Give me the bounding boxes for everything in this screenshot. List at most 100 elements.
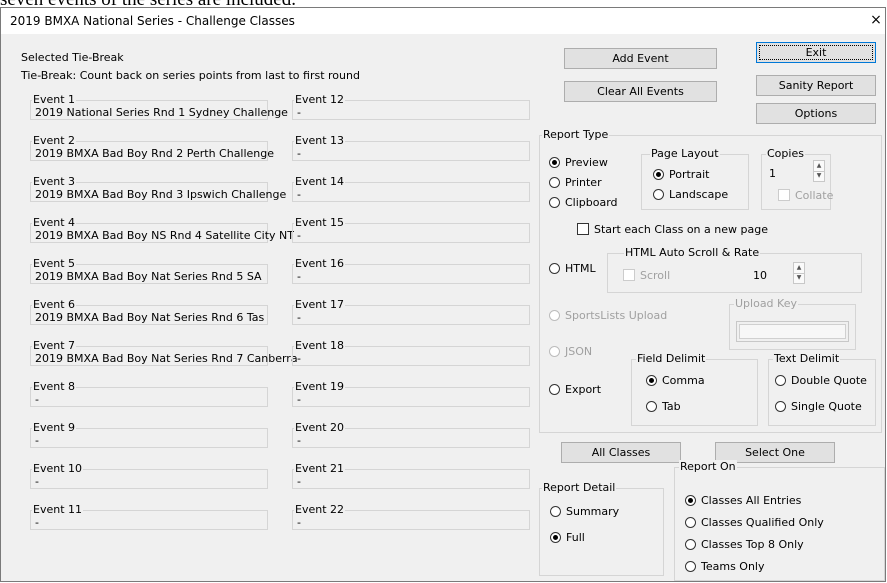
radio-single-quote-label: Single Quote	[791, 400, 862, 413]
sanity-report-button[interactable]: Sanity Report	[756, 75, 876, 96]
event-field[interactable]: Event 6 2019 BMXA Bad Boy Nat Series Rnd …	[30, 298, 268, 325]
copies-stepper[interactable]: ▲ ▼	[813, 160, 825, 182]
event-label: Event 16	[294, 257, 346, 270]
collate-label: Collate	[795, 189, 834, 202]
radio-circle	[685, 517, 696, 528]
event-value: -	[35, 434, 39, 447]
close-icon[interactable]: ×	[869, 11, 883, 29]
event-value: -	[297, 393, 301, 406]
event-label: Event 19	[294, 380, 346, 393]
scroll-rate-value[interactable]: 10	[753, 269, 767, 282]
event-field[interactable]: Event 12-	[292, 93, 530, 120]
event-label: Event 18	[294, 339, 346, 352]
event-value: -	[297, 270, 301, 283]
event-field[interactable]: Event 14-	[292, 175, 530, 202]
page-layout-caption: Page Layout	[650, 147, 720, 160]
event-field[interactable]: Event 4 2019 BMXA Bad Boy NS Rnd 4 Satell…	[30, 216, 294, 243]
event-value: -	[35, 475, 39, 488]
radio-comma-label: Comma	[662, 374, 705, 387]
event-field[interactable]: Event 10-	[30, 462, 268, 489]
event-value: 2019 BMXA Bad Boy Nat Series Rnd 5 SA	[35, 270, 262, 283]
radio-circle	[549, 263, 560, 274]
event-field[interactable]: Event 1 2019 National Series Rnd 1 Sydney…	[30, 93, 288, 120]
event-field[interactable]: Event 5 2019 BMXA Bad Boy Nat Series Rnd …	[30, 257, 268, 284]
scroll-label: Scroll	[640, 269, 671, 282]
exit-button[interactable]: Exit	[756, 42, 876, 63]
down-arrow-icon[interactable]: ▼	[814, 171, 824, 181]
radio-html-label: HTML	[565, 262, 596, 275]
report-type-caption: Report Type	[542, 128, 610, 141]
radio-clipboard-label: Clipboard	[565, 196, 618, 209]
event-field[interactable]: Event 2 2019 BMXA Bad Boy Rnd 2 Perth Cha…	[30, 134, 274, 161]
event-field[interactable]: Event 3 2019 BMXA Bad Boy Rnd 3 Ipswich C…	[30, 175, 286, 202]
field-delimit-group: Field Delimit	[631, 352, 758, 426]
radio-json-label: JSON	[565, 345, 593, 358]
field-delimit-caption: Field Delimit	[636, 352, 707, 365]
event-field[interactable]: Event 8-	[30, 380, 268, 407]
field-inner	[739, 324, 846, 339]
event-label: Event 15	[294, 216, 346, 229]
event-field[interactable]: Event 22-	[292, 503, 530, 530]
copies-value[interactable]: 1	[769, 167, 776, 180]
radio-circle	[549, 346, 560, 357]
event-field[interactable]: Event 20-	[292, 421, 530, 448]
clear-all-events-button[interactable]: Clear All Events	[564, 81, 717, 102]
upload-key-caption: Upload Key	[734, 297, 798, 310]
event-label: Event 17	[294, 298, 346, 311]
all-classes-button[interactable]: All Classes	[561, 442, 681, 463]
event-field[interactable]: Event 21-	[292, 462, 530, 489]
event-value: -	[297, 188, 301, 201]
event-field[interactable]: Event 9-	[30, 421, 268, 448]
event-label: Event 10	[32, 462, 84, 475]
event-field[interactable]: Event 11-	[30, 503, 268, 530]
event-label: Event 9	[32, 421, 77, 434]
radio-circle	[550, 506, 561, 517]
event-field[interactable]: Event 13-	[292, 134, 530, 161]
add-event-button[interactable]: Add Event	[564, 48, 717, 69]
options-button[interactable]: Options	[756, 103, 876, 124]
event-field[interactable]: Event 16-	[292, 257, 530, 284]
event-value: -	[297, 106, 301, 119]
radio-summary-label: Summary	[566, 505, 620, 518]
radio-circle	[646, 401, 657, 412]
event-label: Event 3	[32, 175, 77, 188]
scroll-rate-stepper[interactable]: ▲ ▼	[793, 262, 805, 284]
radio-teams-label: Teams Only	[701, 560, 765, 573]
radio-all-entries-label: Classes All Entries	[701, 494, 802, 507]
new-page-label: Start each Class on a new page	[594, 223, 768, 236]
event-value: -	[35, 516, 39, 529]
event-field[interactable]: Event 7 2019 BMXA Bad Boy Nat Series Rnd …	[30, 339, 298, 366]
event-field[interactable]: Event 18-	[292, 339, 530, 366]
event-field[interactable]: Event 15-	[292, 216, 530, 243]
text-delimit-group: Text Delimit	[768, 352, 876, 426]
radio-portrait-label: Portrait	[669, 168, 710, 181]
radio-circle	[550, 532, 561, 543]
checkbox-box	[577, 223, 589, 235]
event-field[interactable]: Event 19-	[292, 380, 530, 407]
event-label: Event 8	[32, 380, 77, 393]
event-value: -	[297, 352, 301, 365]
event-label: Event 7	[32, 339, 77, 352]
event-value: -	[297, 229, 301, 242]
radio-circle	[685, 561, 696, 572]
event-value: -	[297, 516, 301, 529]
radio-circle	[685, 495, 696, 506]
radio-printer-label: Printer	[565, 176, 602, 189]
dialog-window: 2019 BMXA National Series - Challenge Cl…	[0, 7, 886, 582]
event-field[interactable]: Event 17-	[292, 298, 530, 325]
event-label: Event 22	[294, 503, 346, 516]
radio-circle	[653, 189, 664, 200]
radio-double-quote-label: Double Quote	[791, 374, 867, 387]
event-label: Event 1	[32, 93, 77, 106]
radio-circle	[549, 197, 560, 208]
copies-caption: Copies	[766, 147, 805, 160]
radio-circle	[653, 169, 664, 180]
window-title: 2019 BMXA National Series - Challenge Cl…	[10, 14, 295, 28]
event-label: Event 6	[32, 298, 77, 311]
upload-key-field[interactable]	[736, 321, 849, 342]
report-detail-caption: Report Detail	[542, 481, 617, 494]
down-arrow-icon[interactable]: ▼	[794, 273, 804, 283]
radio-circle	[549, 310, 560, 321]
radio-preview-label: Preview	[565, 156, 608, 169]
tiebreak-text: Tie-Break: Count back on series points f…	[21, 69, 360, 82]
